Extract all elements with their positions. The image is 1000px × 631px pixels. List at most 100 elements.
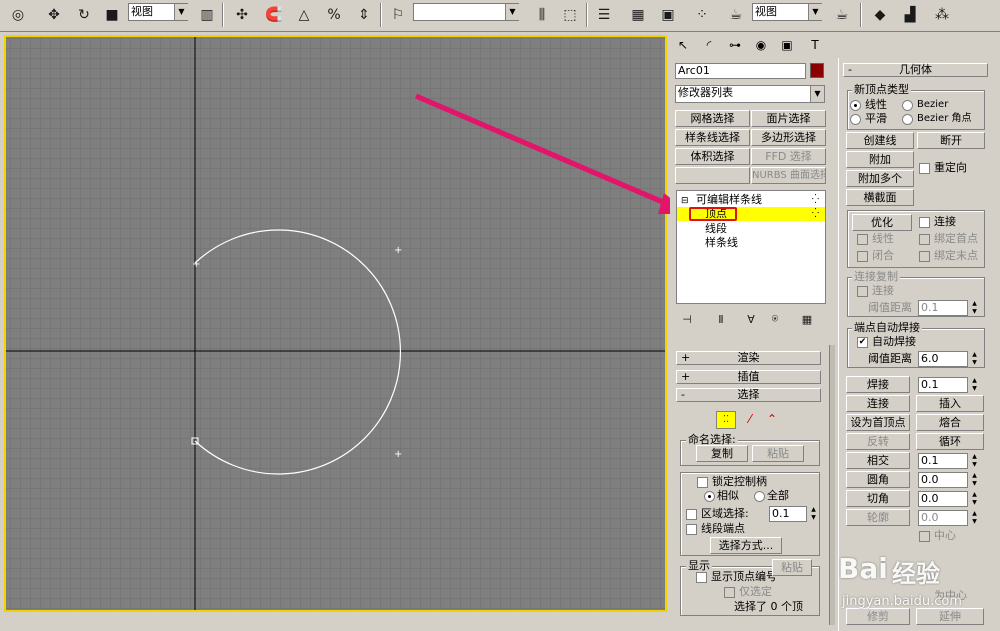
reverse-button[interactable]: 反转 xyxy=(846,433,910,450)
fuse-button[interactable]: 熔合 xyxy=(916,414,984,431)
interp-rollout[interactable]: + 插值 xyxy=(676,370,821,384)
create-line-button[interactable]: 创建线 xyxy=(846,132,914,149)
perspective-viewport[interactable]: + + + xyxy=(4,35,667,612)
area-select-checkbox[interactable] xyxy=(686,509,697,520)
display-tab-icon[interactable]: ▣ xyxy=(776,34,798,56)
configure-sets-icon[interactable]: ▦ xyxy=(798,310,816,328)
named-selection-combo[interactable]: ▼ xyxy=(413,3,519,21)
reorient-checkbox[interactable] xyxy=(919,163,930,174)
chamfer-button[interactable]: 切角 xyxy=(846,490,910,507)
refine-button[interactable]: 优化 xyxy=(852,214,912,231)
box-icon[interactable]: ◆ xyxy=(868,3,892,27)
threshold2-spinner[interactable]: ▲ ▼ xyxy=(970,351,979,367)
linear-checkbox[interactable] xyxy=(857,234,868,245)
vertex-marker[interactable]: + xyxy=(192,259,200,270)
bind-last-checkbox[interactable] xyxy=(919,251,930,262)
move-icon[interactable]: ✥ xyxy=(42,3,66,27)
make-first-button[interactable]: 设为首顶点 xyxy=(846,414,910,431)
patch-select-button[interactable]: 面片选择 xyxy=(751,110,826,127)
insert-button[interactable]: 插入 xyxy=(916,395,984,412)
material-editor-icon[interactable]: ⁘ xyxy=(690,3,714,27)
vertex-marker[interactable]: + xyxy=(394,245,402,256)
cross-insert-spinner[interactable]: ▲ ▼ xyxy=(970,453,979,469)
stack-item-spline[interactable]: 样条线 xyxy=(677,236,825,250)
spinner-snap-icon[interactable]: ⇕ xyxy=(352,3,376,27)
chamfer-spinner[interactable]: ▲ ▼ xyxy=(970,491,979,507)
make-unique-icon[interactable]: ∀ xyxy=(742,310,760,328)
arc-spline[interactable] xyxy=(194,229,402,475)
snap-icon[interactable]: 🧲 xyxy=(262,3,286,27)
scale-icon[interactable]: ■ xyxy=(100,3,124,27)
geometry-rollout[interactable]: - 几何体 xyxy=(843,63,988,77)
object-name-field[interactable]: Arc01 xyxy=(675,63,806,79)
smooth-radio[interactable] xyxy=(850,114,861,125)
fillet-button[interactable]: 圆角 xyxy=(846,471,910,488)
building-icon[interactable]: ▟ xyxy=(898,3,922,27)
bezier-corner-radio[interactable] xyxy=(902,114,913,125)
curve-editor-icon[interactable]: ▦ xyxy=(626,3,650,27)
blank-modifier-button[interactable] xyxy=(675,167,750,184)
modifier-list-dropdown[interactable]: 修改器列表 ▼ xyxy=(675,85,825,103)
motion-tab-icon[interactable]: ◉ xyxy=(750,34,772,56)
cross-section-button[interactable]: 横截面 xyxy=(846,189,914,206)
show-vertex-num-checkbox[interactable] xyxy=(696,572,707,583)
mesh-select-button[interactable]: 网格选择 xyxy=(675,110,750,127)
layer-icon[interactable]: ☰ xyxy=(592,3,616,27)
all-radio[interactable] xyxy=(754,491,765,502)
volume-select-button[interactable]: 体积选择 xyxy=(675,148,750,165)
vertex-level-icon[interactable]: ⁚⁚ xyxy=(716,411,736,429)
bezier-radio[interactable] xyxy=(902,100,913,111)
render-setup-icon[interactable]: ☕ xyxy=(724,3,748,27)
segment-end-checkbox[interactable] xyxy=(686,524,697,535)
select-by-button[interactable]: 选择方式... xyxy=(710,537,782,554)
edit-named-icon[interactable]: ⚐ xyxy=(386,3,410,27)
threshold-input[interactable]: 0.1 xyxy=(918,300,968,316)
auto-weld-checkbox[interactable]: ✔ xyxy=(857,337,868,348)
pivot-icon[interactable]: ▥ xyxy=(195,3,219,27)
stack-root-item[interactable]: ⊟ 可编辑样条线 ⁛ xyxy=(677,193,825,207)
outline-spinner[interactable]: ▲ ▼ xyxy=(970,510,979,526)
create-tab-icon[interactable]: ↖ xyxy=(672,34,694,56)
particles-icon[interactable]: ⁂ xyxy=(930,3,954,27)
spline-select-button[interactable]: 样条线选择 xyxy=(675,129,750,146)
spline-level-icon[interactable]: ⌃ xyxy=(762,411,782,429)
weld-button[interactable]: 焊接 xyxy=(846,376,910,393)
paste-bottom-button[interactable]: 粘贴 xyxy=(772,559,812,576)
area-select-spinner[interactable]: ▲ ▼ xyxy=(809,506,818,522)
outline-input[interactable]: 0.0 xyxy=(918,510,968,526)
nurbs-select-button[interactable]: NURBS 曲面选择 xyxy=(751,167,826,184)
only-selected-checkbox[interactable] xyxy=(724,587,735,598)
remove-modifier-icon[interactable]: ⍟ xyxy=(766,310,784,328)
render-icon[interactable]: ☕ xyxy=(830,3,854,27)
segment-level-icon[interactable]: ⁄ xyxy=(740,411,760,429)
command-panel-scrollbar[interactable] xyxy=(829,345,835,625)
rotate-icon[interactable]: ↻ xyxy=(72,3,96,27)
fillet-spinner[interactable]: ▲ ▼ xyxy=(970,472,979,488)
linear-radio[interactable] xyxy=(850,100,861,111)
lock-handles-checkbox[interactable] xyxy=(697,477,708,488)
select-rollout[interactable]: - 选择 xyxy=(676,388,821,402)
poly-select-button[interactable]: 多边形选择 xyxy=(751,129,826,146)
connect-button[interactable]: 连接 xyxy=(846,395,910,412)
pin-stack-icon[interactable]: ⊣ xyxy=(678,310,696,328)
weld-input[interactable]: 0.1 xyxy=(918,377,968,393)
cross-insert-button[interactable]: 相交 xyxy=(846,452,910,469)
paste-button[interactable]: 粘贴 xyxy=(752,445,804,462)
percent-snap-icon[interactable]: % xyxy=(322,3,346,27)
close-checkbox[interactable] xyxy=(857,251,868,262)
threshold-spinner[interactable]: ▲ ▼ xyxy=(970,300,979,316)
chamfer-input[interactable]: 0.0 xyxy=(918,491,968,507)
cycle-button[interactable]: 循环 xyxy=(916,433,984,450)
reference-coord-combo[interactable]: 视图 ▼ xyxy=(128,3,188,21)
weld-spinner[interactable]: ▲ ▼ xyxy=(970,377,979,393)
render-view-combo[interactable]: 视图 ▼ xyxy=(752,3,822,21)
modifier-stack-list[interactable]: ⊟ 可编辑样条线 ⁛ 顶点 ⁛ 线段 样条线 xyxy=(676,190,826,304)
object-color-swatch[interactable] xyxy=(810,63,824,78)
align-icon[interactable]: ⬚ xyxy=(558,3,582,27)
stack-item-vertex[interactable]: 顶点 ⁛ xyxy=(677,207,825,221)
outline-button[interactable]: 轮廓 xyxy=(846,509,910,526)
attach-mult-button[interactable]: 附加多个 xyxy=(846,170,914,187)
mirror-icon[interactable]: ⫼ xyxy=(530,3,554,27)
threshold2-input[interactable]: 6.0 xyxy=(918,351,968,367)
select-icon[interactable]: ◎ xyxy=(6,3,30,27)
